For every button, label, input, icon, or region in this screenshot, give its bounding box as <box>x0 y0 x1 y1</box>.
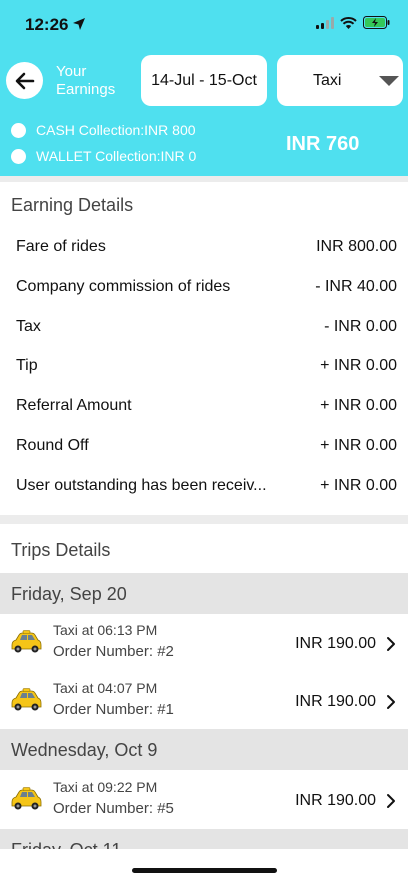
earning-value: + INR 0.00 <box>320 357 397 374</box>
bullet-icon <box>11 122 26 138</box>
earning-row: Tax - INR 0.00 <box>0 308 408 348</box>
earning-label: User outstanding has been receiv... <box>16 477 267 494</box>
divider <box>0 515 408 524</box>
signal-icon <box>316 16 334 29</box>
chevron-right-icon <box>387 794 395 808</box>
cash-collection-label: CASH Collection:INR 800 <box>36 122 196 138</box>
back-button[interactable] <box>6 62 43 99</box>
earning-row: Round Off + INR 0.00 <box>0 427 408 467</box>
earning-details-title: Earning Details <box>11 195 134 215</box>
battery-charging-icon <box>363 16 390 29</box>
vehicle-type-label: Taxi <box>313 72 342 89</box>
earning-value: + INR 0.00 <box>320 397 397 414</box>
day-header: Wednesday, Oct 9 <box>0 729 408 770</box>
trip-amount: INR 190.00 <box>295 693 376 710</box>
earning-row: Fare of rides INR 800.00 <box>0 228 408 268</box>
earnings-header: 12:26 Your Earnings 14-Jul - 15-Oct Taxi… <box>0 0 408 176</box>
earning-row: Tip + INR 0.00 <box>0 347 408 387</box>
page-title: Your Earnings <box>56 63 116 98</box>
taxi-car-icon <box>11 688 42 711</box>
trip-amount: INR 190.00 <box>295 635 376 652</box>
status-bar: 12:26 <box>0 0 408 52</box>
wallet-collection-label: WALLET Collection:INR 0 <box>36 148 197 164</box>
earning-label: Tip <box>16 357 38 374</box>
day-header: Friday, Oct 11 <box>0 829 408 849</box>
bottom-safe-area <box>0 849 408 883</box>
trip-order-number: Order Number: #2 <box>53 643 174 660</box>
wifi-icon <box>340 16 357 29</box>
earning-label: Tax <box>16 318 41 335</box>
earning-row: Company commission of rides - INR 40.00 <box>0 268 408 308</box>
earning-value: + INR 0.00 <box>320 437 397 454</box>
cash-collection: CASH Collection:INR 800 <box>11 122 196 138</box>
earning-value: - INR 0.00 <box>324 318 397 335</box>
vehicle-type-dropdown[interactable]: Taxi <box>277 55 403 106</box>
trip-row[interactable]: Taxi at 04:07 PM Order Number: #1 INR 19… <box>0 672 408 730</box>
earning-row: Referral Amount + INR 0.00 <box>0 387 408 427</box>
wallet-collection: WALLET Collection:INR 0 <box>11 148 196 164</box>
earning-value: INR 800.00 <box>316 238 397 255</box>
location-arrow-icon <box>73 18 85 30</box>
arrow-left-icon <box>15 72 34 89</box>
trip-row[interactable]: Taxi at 09:22 PM Order Number: #5 INR 19… <box>0 771 408 829</box>
trip-order-number: Order Number: #5 <box>53 800 174 817</box>
trip-order-number: Order Number: #1 <box>53 701 174 718</box>
status-time: 12:26 <box>25 15 69 34</box>
trip-time: Taxi at 09:22 PM <box>53 779 158 795</box>
chevron-right-icon <box>387 637 395 651</box>
trip-time: Taxi at 06:13 PM <box>53 622 158 638</box>
earning-label: Round Off <box>16 437 89 454</box>
divider <box>0 176 408 182</box>
trip-time: Taxi at 04:07 PM <box>53 680 158 696</box>
taxi-car-icon <box>11 630 42 653</box>
earning-value: + INR 0.00 <box>320 477 397 494</box>
chevron-right-icon <box>387 695 395 709</box>
trip-row[interactable]: Taxi at 06:13 PM Order Number: #2 INR 19… <box>0 614 408 672</box>
trips-details-title: Trips Details <box>11 540 111 560</box>
status-icons <box>316 16 390 29</box>
home-indicator[interactable] <box>132 868 277 873</box>
total-earnings: INR 760 <box>286 133 360 155</box>
earning-row: User outstanding has been receiv... + IN… <box>0 467 408 507</box>
bullet-icon <box>11 148 26 164</box>
day-header: Friday, Sep 20 <box>0 573 408 614</box>
earning-label: Company commission of rides <box>16 278 231 295</box>
date-range-selector[interactable]: 14-Jul - 15-Oct <box>141 55 267 106</box>
earnings-screen: 12:26 Your Earnings 14-Jul - 15-Oct Taxi… <box>0 0 408 883</box>
earning-label: Fare of rides <box>16 238 106 255</box>
trip-amount: INR 190.00 <box>295 792 376 809</box>
earning-label: Referral Amount <box>16 397 132 414</box>
taxi-car-icon <box>11 787 42 810</box>
earning-value: - INR 40.00 <box>315 278 397 295</box>
dropdown-triangle-icon <box>379 76 399 86</box>
